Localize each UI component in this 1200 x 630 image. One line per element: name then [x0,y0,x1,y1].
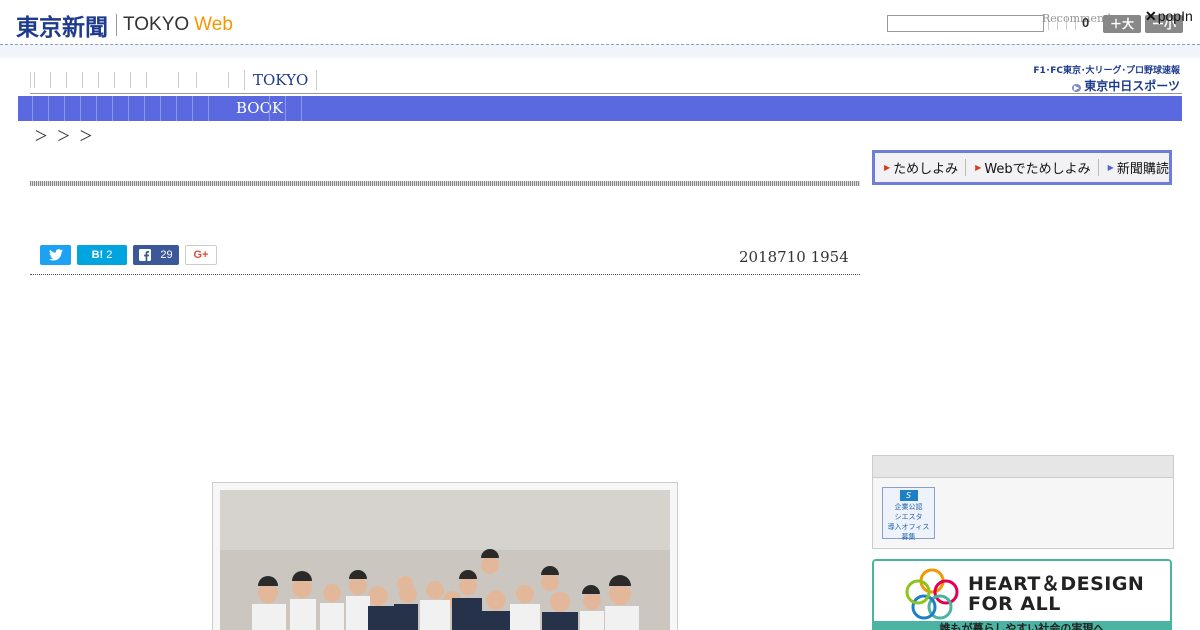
recommend-label: Recommend [1042,12,1112,25]
close-icon[interactable]: ✕ [1145,8,1157,24]
sidebar-ad-box: S 企業公認 シエスタ 導入オフィス 募集 [872,455,1174,549]
subnav-separator [144,96,145,121]
nav-item[interactable] [228,72,244,88]
logo-kanji: 東京新聞 [16,15,108,41]
subnav-separator [80,96,81,121]
social-share-bar: B! 2 29 G+ [40,245,217,265]
siesta-office-badge[interactable]: S 企業公認 シエスタ 導入オフィス 募集 [882,487,935,541]
subnav-separator [192,96,193,121]
nav-item[interactable] [50,72,66,88]
chunichi-name-row: ▶ 東京中日スポーツ [1010,77,1180,94]
logo-separator [116,14,117,36]
arrow-right-icon: ▶ [884,163,891,172]
arrow-right-icon: ▶ [1107,163,1114,172]
subnav-separator [269,96,270,121]
logo-web: Web [194,14,233,35]
article-photo[interactable] [220,490,670,630]
arrow-right-icon: ▶ [975,163,982,172]
siesta-logo-icon: S [899,490,918,501]
facebook-count: 29 [160,249,173,261]
sidebar-box-header [873,456,1173,478]
subnav-separator [48,96,49,121]
logo-tokyo: TOKYO [123,14,190,35]
badge-line: シエスタ [894,513,923,521]
arrow-right-icon: ▶ [1071,84,1082,92]
trial-link-label: Webでためしよみ [984,162,1091,177]
subnav-separator [301,96,302,121]
badge-line: 導入オフィス [887,523,930,531]
trial-link-subscribe[interactable]: ▶ 新聞購読 [1099,159,1176,177]
nav-item[interactable] [98,72,114,88]
nav-item[interactable] [82,72,98,88]
breadcrumb[interactable]: ＞ ＞ ＞ [34,126,95,146]
trial-link-tameshiyomi[interactable]: ▶ ためしよみ [875,159,967,177]
heart-design-banner[interactable]: HEART＆DESIGN FOR ALL 誰もが暮らしやすい社会の実現へ [872,559,1172,630]
hatena-count: 2 [106,249,113,261]
twitter-icon [48,249,63,261]
heart-banner-title-1: HEART＆DESIGN [968,573,1145,595]
hatena-bookmark-button[interactable]: B! 2 [77,245,127,265]
subnav-separator [285,96,286,121]
heart-banner-tagline: 誰もが暮らしやすい社会の実現へ [874,621,1170,630]
nav-item[interactable] [66,72,82,88]
chunichi-name: 東京中日スポーツ [1084,79,1180,93]
group-photo-illustration [220,490,670,630]
facebook-icon [139,249,152,261]
chunichi-sports-link[interactable]: F1･FC東京･大リーグ･プロ野球速報 ▶ 東京中日スポーツ [1010,63,1180,94]
subnav-separator [64,96,65,121]
header-divider-band [0,44,1200,58]
trial-link-web[interactable]: ▶ Webでためしよみ [966,159,1099,177]
flower-logo-icon [905,568,959,620]
nav-item[interactable] [196,72,228,88]
recommend-count: 0 [1082,15,1090,30]
facebook-share-button[interactable]: 29 [133,245,179,265]
search-input[interactable] [887,15,1044,32]
nav-item[interactable] [114,72,130,88]
article-header-rule [30,274,860,275]
main-nav [30,70,244,90]
sub-nav: BOOK [18,96,1182,121]
nav-item[interactable] [146,72,178,88]
trial-link-label: ためしよみ [893,162,959,177]
nav-item[interactable] [130,72,146,88]
popin-widget[interactable]: ✕popIn [1145,8,1193,25]
googleplus-icon: G+ [193,249,209,261]
trial-link-label: 新聞購読 [1116,162,1169,177]
heart-banner-title-2: FOR ALL [968,593,1061,615]
badge-line: 企業公認 [894,503,923,511]
subnav-item-book[interactable]: BOOK [236,96,283,121]
subnav-separator [176,96,177,121]
subnav-separator [32,96,33,121]
popin-label: popIn [1157,8,1193,24]
trial-subscribe-box: ▶ ためしよみ ▶ Webでためしよみ ▶ 新聞購読 [872,150,1172,185]
chunichi-tagline: F1･FC東京･大リーグ･プロ野球速報 [1033,66,1180,76]
badge-line: 募集 [901,533,916,541]
hatena-icon: B! [91,249,104,261]
subnav-separator [208,96,209,121]
article-photo-frame [212,482,678,630]
subnav-separator [112,96,113,121]
googleplus-share-button[interactable]: G+ [185,245,217,265]
subnav-separator [96,96,97,121]
subnav-separator [160,96,161,121]
article-title-rule [30,181,860,186]
subnav-separator [128,96,129,121]
nav-item[interactable] [178,72,196,88]
nav-item-tokyo[interactable]: TOKYO [244,70,318,90]
twitter-share-button[interactable] [40,245,71,265]
nav-item[interactable] [34,72,50,88]
article-date: 2018710 1954 [739,248,849,266]
site-logo[interactable]: 東京新聞 TOKYO Web [16,8,233,42]
font-large-button[interactable]: ＋大 [1103,15,1141,33]
site-header: 東京新聞 TOKYO Web Recommend 0 ＋大 ー小 ✕popIn [0,0,1200,44]
